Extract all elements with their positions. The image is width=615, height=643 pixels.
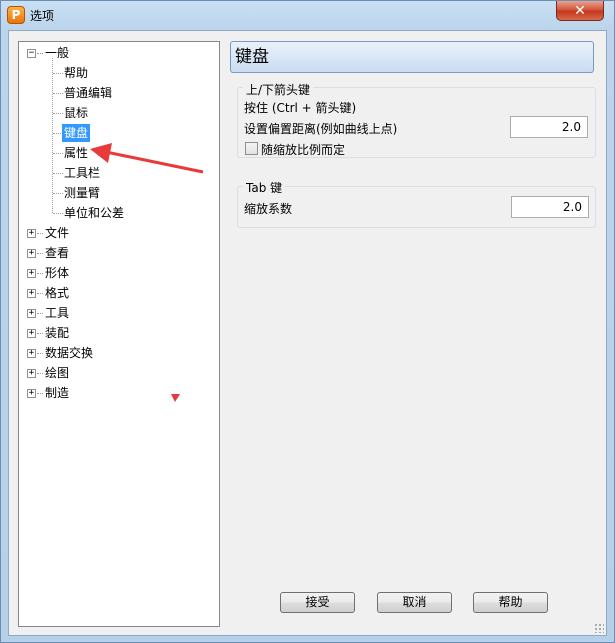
- tree-item-root[interactable]: 形体: [45, 264, 69, 282]
- expand-toggle[interactable]: +: [27, 369, 36, 378]
- tree-item-general[interactable]: 一般: [45, 44, 69, 62]
- expand-toggle[interactable]: +: [27, 229, 36, 238]
- panel-title: 键盘: [230, 41, 594, 73]
- tree-item-general-child[interactable]: 测量臂: [64, 184, 100, 202]
- app-logo-icon: P: [7, 6, 25, 24]
- cancel-button[interactable]: 取消: [377, 592, 452, 613]
- dialog-body: − 一般 帮助 普通编辑 鼠标 键盘 属性 工具栏 测量臂 单位和公差 + 文件 + 查看 + 形体 + 格式 + 工…: [8, 30, 607, 636]
- tree-item-general-child[interactable]: 普通编辑: [64, 84, 112, 102]
- tree-item-general-child[interactable]: 属性: [64, 144, 88, 162]
- window-title: 选项: [30, 9, 55, 23]
- resize-grip[interactable]: [594, 623, 604, 633]
- expand-toggle-general[interactable]: −: [27, 49, 36, 58]
- tree-item-root[interactable]: 绘图: [45, 364, 69, 382]
- offset-distance-label: 设置偏置距离(例如曲线上点): [244, 122, 398, 136]
- close-button[interactable]: ✕: [556, 1, 604, 21]
- expand-toggle[interactable]: +: [27, 249, 36, 258]
- accept-button[interactable]: 接受: [280, 592, 355, 613]
- tree-item-root[interactable]: 格式: [45, 284, 69, 302]
- scale-dependent-label: 随缩放比例而定: [261, 143, 346, 157]
- tree-item-root[interactable]: 文件: [45, 224, 69, 242]
- tree-item-general-child[interactable]: 单位和公差: [64, 204, 124, 222]
- tab-key-group-title: Tab 键: [243, 179, 286, 196]
- offset-distance-input[interactable]: 2.0: [510, 116, 588, 138]
- tree-item-root[interactable]: 查看: [45, 244, 69, 262]
- expand-toggle[interactable]: +: [27, 349, 36, 358]
- scale-dependent-checkbox[interactable]: [245, 142, 258, 155]
- tree-item-general-child[interactable]: 工具栏: [64, 164, 100, 182]
- expand-toggle[interactable]: +: [27, 389, 36, 398]
- tree-item-general-child[interactable]: 帮助: [64, 64, 88, 82]
- ctrl-arrow-hint: 按住 (Ctrl + 箭头键): [244, 101, 357, 115]
- expand-toggle[interactable]: +: [27, 269, 36, 278]
- expand-toggle[interactable]: +: [27, 309, 36, 318]
- tree-item-root[interactable]: 制造: [45, 384, 69, 402]
- scale-factor-input[interactable]: 2.0: [511, 196, 589, 218]
- expand-toggle[interactable]: +: [27, 329, 36, 338]
- options-dialog: P 选项 ✕ − 一般 帮助 普通编辑 鼠标 键盘 属性 工具栏 测量臂 单位和公差 + 文件 + 查看 +…: [0, 0, 615, 643]
- title-bar[interactable]: P 选项 ✕: [1, 1, 614, 29]
- arrow-keys-group-title: 上/下箭头键: [243, 81, 314, 98]
- tree-item-general-child[interactable]: 鼠标: [64, 104, 88, 122]
- tree-item-root[interactable]: 装配: [45, 324, 69, 342]
- scale-factor-label: 缩放系数: [244, 202, 293, 216]
- expand-toggle[interactable]: +: [27, 289, 36, 298]
- tree-item-general-child[interactable]: 键盘: [62, 124, 91, 142]
- tree-item-root[interactable]: 工具: [45, 304, 69, 322]
- tree-item-root[interactable]: 数据交换: [45, 344, 93, 362]
- options-tree[interactable]: − 一般帮助普通编辑鼠标键盘属性工具栏测量臂单位和公差 + 文件 + 查看 + 形体 + 格式 + 工…: [18, 41, 220, 627]
- help-button[interactable]: 帮助: [473, 592, 548, 613]
